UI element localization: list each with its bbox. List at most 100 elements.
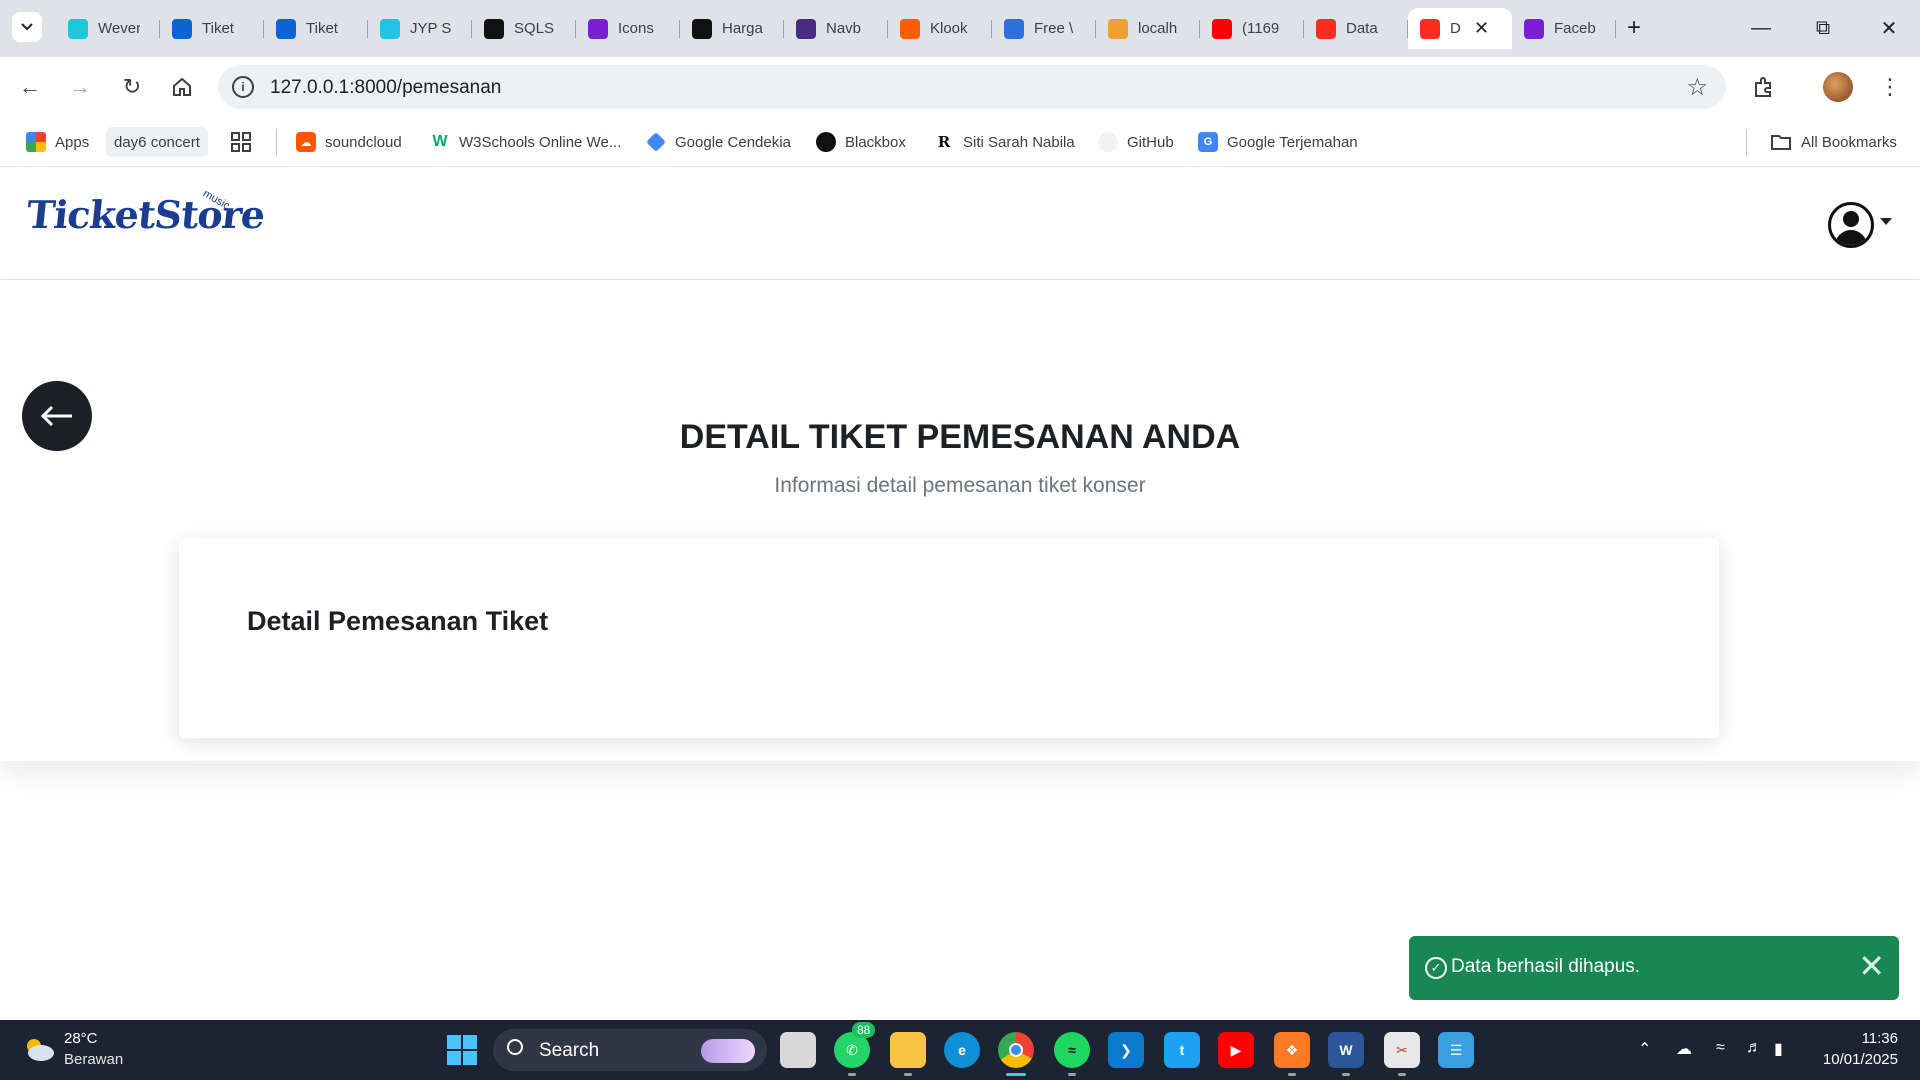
address-url[interactable]: 127.0.0.1:8000/pemesanan xyxy=(270,77,501,99)
user-avatar[interactable] xyxy=(1828,202,1874,248)
close-window-button[interactable]: ✕ xyxy=(1866,8,1912,48)
bookmark-google-cendekia[interactable]: Google Cendekia xyxy=(646,127,791,157)
tab-search-button[interactable] xyxy=(12,12,42,42)
notepad-app[interactable]: ☰ xyxy=(1438,1032,1474,1068)
bookmark-tab-groups[interactable] xyxy=(230,127,252,157)
tab-label: Icons xyxy=(618,20,654,37)
onedrive-icon[interactable]: ☁ xyxy=(1676,1039,1692,1059)
tab[interactable]: Navb xyxy=(784,8,888,49)
caret-down-icon[interactable] xyxy=(1880,218,1892,225)
user-head-shape xyxy=(1843,211,1859,227)
cloudy-weather-icon[interactable] xyxy=(22,1036,56,1062)
jyp-icon xyxy=(380,18,400,39)
browser-menu-button[interactable]: ⋮ xyxy=(1872,69,1908,105)
tab-active[interactable]: D ✕ xyxy=(1408,8,1512,49)
taskbar-search[interactable]: Search xyxy=(493,1029,767,1071)
edge-app[interactable]: e xyxy=(944,1032,980,1068)
word-app[interactable]: W xyxy=(1328,1032,1364,1076)
translate-icon: G xyxy=(1198,132,1218,152)
more-vertical-icon: ⋮ xyxy=(1879,74,1901,99)
tab[interactable]: SQLS xyxy=(472,8,576,49)
github-icon xyxy=(1098,132,1118,152)
profile-button[interactable] xyxy=(1820,69,1856,105)
twitter-app[interactable]: t xyxy=(1164,1032,1200,1068)
chrome-app[interactable] xyxy=(998,1032,1034,1076)
xampp-app[interactable]: ❖ xyxy=(1274,1032,1310,1076)
whatsapp-badge: 88 xyxy=(852,1022,876,1038)
restore-button[interactable]: ⧉ xyxy=(1800,8,1846,48)
page-title: DETAIL TIKET PEMESANAN ANDA xyxy=(679,418,1241,456)
laravel-icon xyxy=(1316,18,1336,39)
bookmark-day6-concert[interactable]: day6 concert xyxy=(106,127,208,157)
bookmark-github[interactable]: GitHub xyxy=(1098,127,1174,157)
spotify-app[interactable]: ≈ xyxy=(1054,1032,1090,1076)
toast-close-button[interactable]: ✕ xyxy=(1858,948,1885,984)
start-button[interactable] xyxy=(447,1035,477,1065)
tab[interactable]: Data xyxy=(1304,8,1408,49)
toast-message: Data berhasil dihapus. xyxy=(1451,956,1641,977)
bookmark-apps[interactable]: Apps xyxy=(26,127,89,157)
tab[interactable]: JYP SI xyxy=(368,8,472,49)
tiket-icon xyxy=(172,18,192,39)
wifi-icon[interactable]: ≈ xyxy=(1716,1039,1725,1057)
search-icon xyxy=(507,1039,523,1055)
task-view-button[interactable] xyxy=(780,1032,816,1068)
blackbox-icon xyxy=(816,132,836,152)
tab-label: Navb xyxy=(826,20,862,37)
new-tab-button[interactable]: + xyxy=(1618,12,1650,44)
bookmark-star-icon[interactable]: ☆ xyxy=(1686,73,1708,102)
home-icon xyxy=(173,77,191,96)
bookmark-w3schools[interactable]: W W3Schools Online We... xyxy=(430,127,621,157)
youtube-app[interactable]: ▶ xyxy=(1218,1032,1254,1068)
tab[interactable]: Wever xyxy=(56,8,160,49)
file-explorer-app[interactable] xyxy=(890,1032,926,1076)
scholar-icon xyxy=(646,132,666,152)
profile-avatar xyxy=(1823,72,1853,102)
edge-icon: e xyxy=(958,1042,966,1058)
address-bar[interactable]: i 127.0.0.1:8000/pemesanan ☆ xyxy=(218,65,1726,109)
tab-bar: Wever Tiket Tiket JYP SI SQLS Icons Harga Navb K… xyxy=(0,0,1920,57)
chrome-icon xyxy=(1009,1043,1023,1057)
chevron-down-icon xyxy=(21,23,33,31)
tab[interactable]: (1169 xyxy=(1200,8,1304,49)
vscode-app[interactable]: ❯ xyxy=(1108,1032,1144,1068)
battery-icon[interactable]: ▮ xyxy=(1774,1039,1783,1059)
tab[interactable]: Tiket xyxy=(264,8,368,49)
tab[interactable]: Klook xyxy=(888,8,992,49)
site-info-icon[interactable]: i xyxy=(232,76,254,98)
bookmark-google-terjemahan[interactable]: G Google Terjemahan xyxy=(1198,127,1358,157)
tab[interactable]: Icons xyxy=(576,8,680,49)
clock-time[interactable]: 11:36 xyxy=(1822,1030,1898,1047)
chevron-up-icon[interactable]: ⌃ xyxy=(1638,1039,1651,1059)
success-toast: ✓ Data berhasil dihapus. ✕ xyxy=(1409,936,1899,1000)
tab[interactable]: Harga xyxy=(680,8,784,49)
extensions-button[interactable] xyxy=(1746,69,1782,105)
minimize-button[interactable]: — xyxy=(1738,8,1784,48)
spotify-icon: ≈ xyxy=(1068,1042,1076,1058)
reload-button[interactable]: ↻ xyxy=(114,69,150,105)
site-header: TicketStore music xyxy=(0,168,1920,280)
clock-date[interactable]: 10/01/2025 xyxy=(1810,1051,1898,1068)
tab[interactable]: Tiket xyxy=(160,8,264,49)
tab-close-icon[interactable]: ✕ xyxy=(1474,18,1489,39)
weather-description[interactable]: Berawan xyxy=(64,1051,123,1068)
bookmark-blackbox[interactable]: Blackbox xyxy=(816,127,906,157)
close-icon: ✕ xyxy=(1880,17,1898,40)
tab[interactable]: localh xyxy=(1096,8,1200,49)
home-button[interactable] xyxy=(164,69,200,105)
volume-icon[interactable]: ♬ xyxy=(1746,1039,1762,1057)
snipping-tool-app[interactable]: ✂ xyxy=(1384,1032,1420,1076)
tab[interactable]: Free \ xyxy=(992,8,1096,49)
bookmark-soundcloud[interactable]: ☁ soundcloud xyxy=(296,127,402,157)
all-bookmarks-button[interactable]: All Bookmarks xyxy=(1770,127,1897,157)
tab[interactable]: Faceb xyxy=(1512,8,1616,49)
whatsapp-icon: ✆ xyxy=(846,1041,858,1058)
bookmark-siti-sarah-nabila[interactable]: R Siti Sarah Nabila xyxy=(934,127,1075,157)
page-subtitle: Informasi detail pemesanan tiket konser xyxy=(774,474,1146,497)
forward-nav-button[interactable]: → xyxy=(62,69,98,105)
bootstrap-icon xyxy=(1524,18,1544,39)
tab-label: (1169 xyxy=(1242,20,1280,37)
back-nav-button[interactable]: ← xyxy=(12,69,48,105)
folder-icon xyxy=(1771,135,1791,150)
weather-temperature[interactable]: 28°C xyxy=(64,1030,98,1047)
